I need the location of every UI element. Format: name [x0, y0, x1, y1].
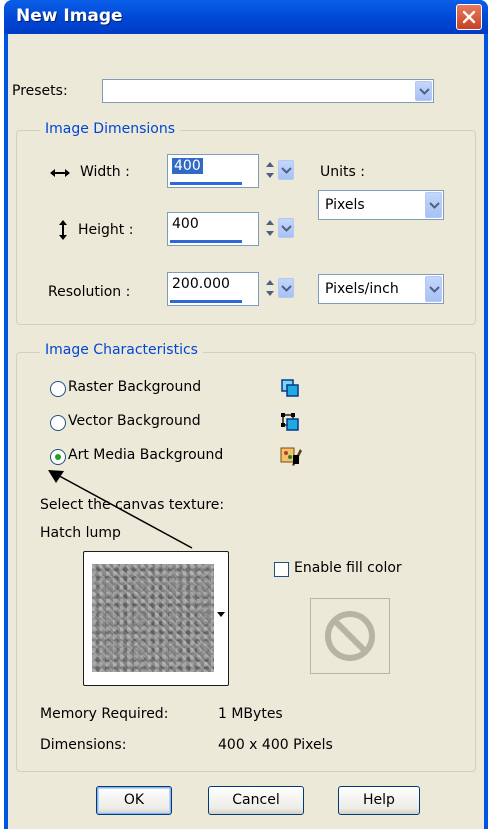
- no-color-icon: [325, 611, 375, 661]
- chevron-down-icon: [281, 285, 292, 292]
- raster-layer-icon: [281, 379, 299, 397]
- width-dropdown-button[interactable]: [278, 160, 294, 180]
- texture-prompt: Select the canvas texture:: [40, 497, 225, 513]
- units-label: Units :: [320, 164, 365, 180]
- image-dimensions-title: Image Dimensions: [40, 121, 181, 137]
- title-bar[interactable]: New Image: [4, 0, 488, 34]
- chevron-down-icon: [429, 202, 440, 209]
- spin-updown-icon[interactable]: [262, 216, 278, 240]
- enable-fill-color-label[interactable]: Enable fill color: [294, 560, 402, 576]
- raster-background-radio[interactable]: [50, 381, 66, 397]
- art-media-icon: [280, 447, 302, 466]
- vector-background-label[interactable]: Vector Background: [68, 413, 201, 429]
- spin-updown-icon[interactable]: [262, 158, 278, 182]
- resolution-label: Resolution :: [48, 284, 131, 300]
- resolution-units-value: Pixels/inch: [325, 281, 399, 297]
- art-media-background-radio[interactable]: [50, 449, 66, 465]
- dimensions-label: Dimensions:: [40, 737, 127, 753]
- cancel-button[interactable]: Cancel: [208, 786, 304, 815]
- chevron-down-icon: [281, 225, 292, 232]
- presets-dropdown-button[interactable]: [415, 81, 432, 101]
- units-dropdown-button[interactable]: [425, 192, 442, 218]
- height-label: Height :: [78, 222, 134, 238]
- height-slider-bar[interactable]: [170, 240, 242, 243]
- memory-required-label: Memory Required:: [40, 706, 169, 722]
- new-image-dialog: New Image Presets: Image Dimensions Widt…: [4, 0, 488, 829]
- resolution-units-dropdown[interactable]: Pixels/inch: [318, 274, 444, 304]
- enable-fill-color-checkbox[interactable]: [274, 562, 289, 577]
- width-value: 400: [172, 158, 203, 174]
- height-dropdown-button[interactable]: [278, 218, 294, 238]
- width-arrows-icon: [50, 169, 70, 177]
- resolution-units-dropdown-button[interactable]: [425, 276, 442, 302]
- texture-preview: [92, 564, 214, 672]
- help-button[interactable]: Help: [338, 786, 420, 815]
- close-button[interactable]: [456, 4, 482, 30]
- width-slider-bar[interactable]: [170, 182, 242, 185]
- art-media-background-label[interactable]: Art Media Background: [68, 447, 223, 463]
- height-arrows-icon: [59, 220, 67, 240]
- spin-updown-icon[interactable]: [262, 276, 278, 300]
- image-characteristics-title: Image Characteristics: [40, 342, 203, 358]
- ok-button[interactable]: OK: [96, 786, 172, 815]
- fill-color-swatch: [310, 598, 390, 674]
- chevron-down-icon: [429, 286, 440, 293]
- units-dropdown[interactable]: Pixels: [318, 190, 444, 220]
- chevron-down-icon: [419, 88, 430, 95]
- height-value: 400: [172, 216, 199, 232]
- dialog-title: New Image: [16, 6, 123, 26]
- width-label: Width :: [80, 164, 130, 180]
- presets-dropdown[interactable]: [102, 79, 434, 103]
- memory-required-value: 1 MBytes: [218, 706, 283, 722]
- radio-selected-dot: [55, 454, 61, 460]
- height-spinner[interactable]: [262, 216, 296, 240]
- presets-label: Presets:: [12, 83, 68, 99]
- units-value: Pixels: [325, 197, 365, 213]
- resolution-input[interactable]: 200.000: [167, 272, 259, 306]
- width-input[interactable]: 400: [167, 154, 259, 188]
- chevron-down-icon: [281, 167, 292, 174]
- raster-background-label[interactable]: Raster Background: [68, 379, 201, 395]
- height-input[interactable]: 400: [167, 212, 259, 246]
- dimensions-value: 400 x 400 Pixels: [218, 737, 333, 753]
- dialog-body: Presets: Image Dimensions Width : 400 Un…: [8, 34, 484, 829]
- close-icon: [462, 10, 476, 24]
- texture-dropdown-icon[interactable]: [217, 612, 225, 617]
- vector-background-radio[interactable]: [50, 415, 66, 431]
- width-spinner[interactable]: [262, 158, 296, 182]
- resolution-spinner[interactable]: [262, 276, 296, 300]
- resolution-slider-bar[interactable]: [170, 300, 242, 303]
- texture-picker[interactable]: [83, 551, 229, 686]
- vector-layer-icon: [281, 413, 299, 431]
- resolution-value: 200.000: [172, 276, 230, 292]
- resolution-dropdown-button[interactable]: [278, 278, 294, 298]
- texture-name: Hatch lump: [40, 525, 121, 541]
